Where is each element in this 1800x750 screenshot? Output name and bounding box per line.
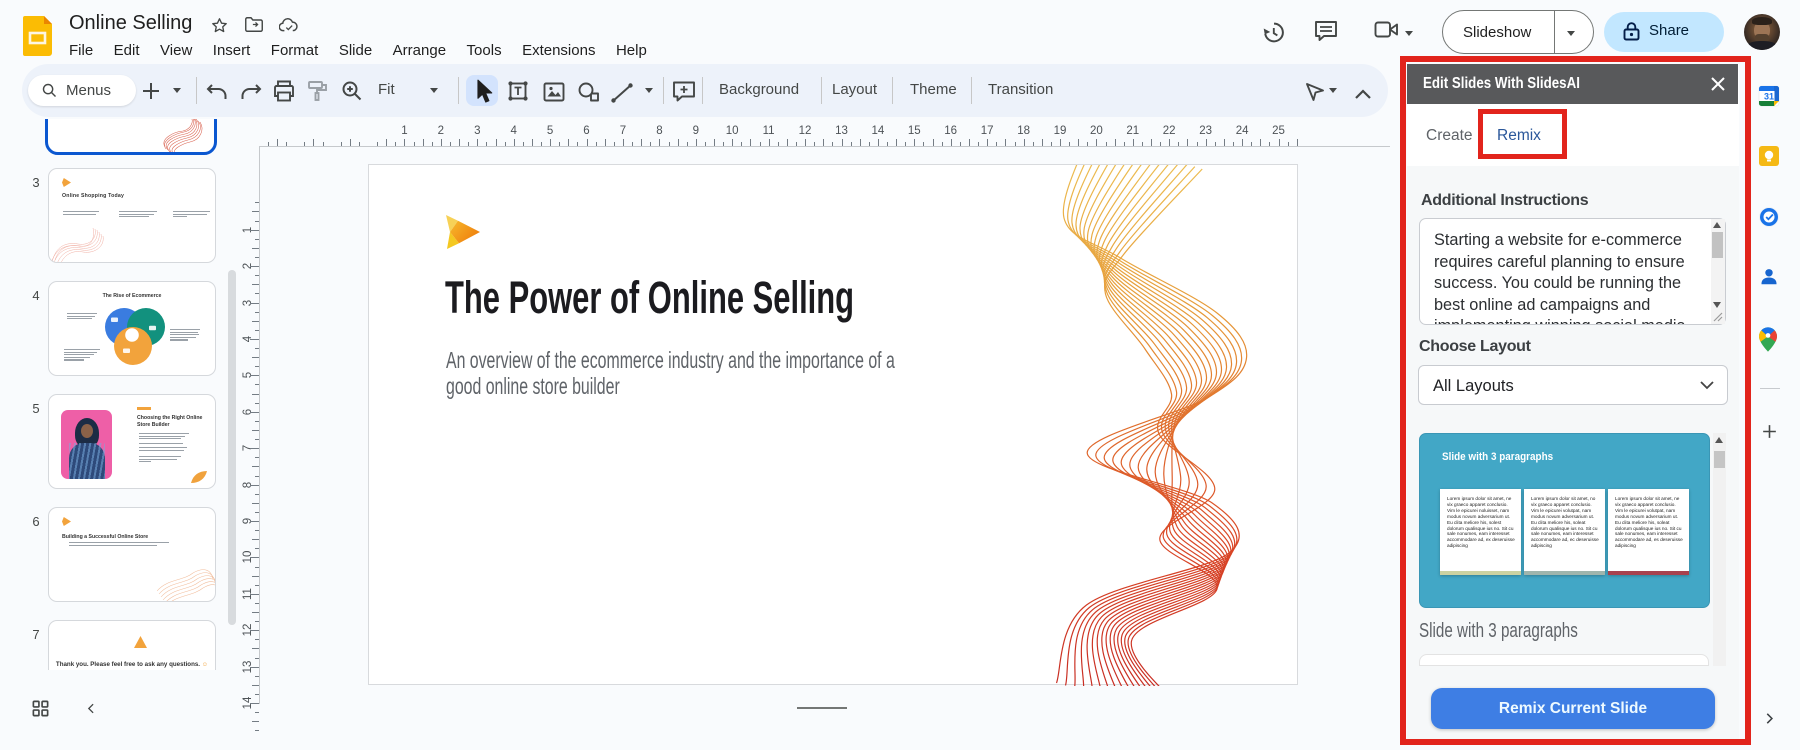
- svg-text:31: 31: [1764, 92, 1774, 102]
